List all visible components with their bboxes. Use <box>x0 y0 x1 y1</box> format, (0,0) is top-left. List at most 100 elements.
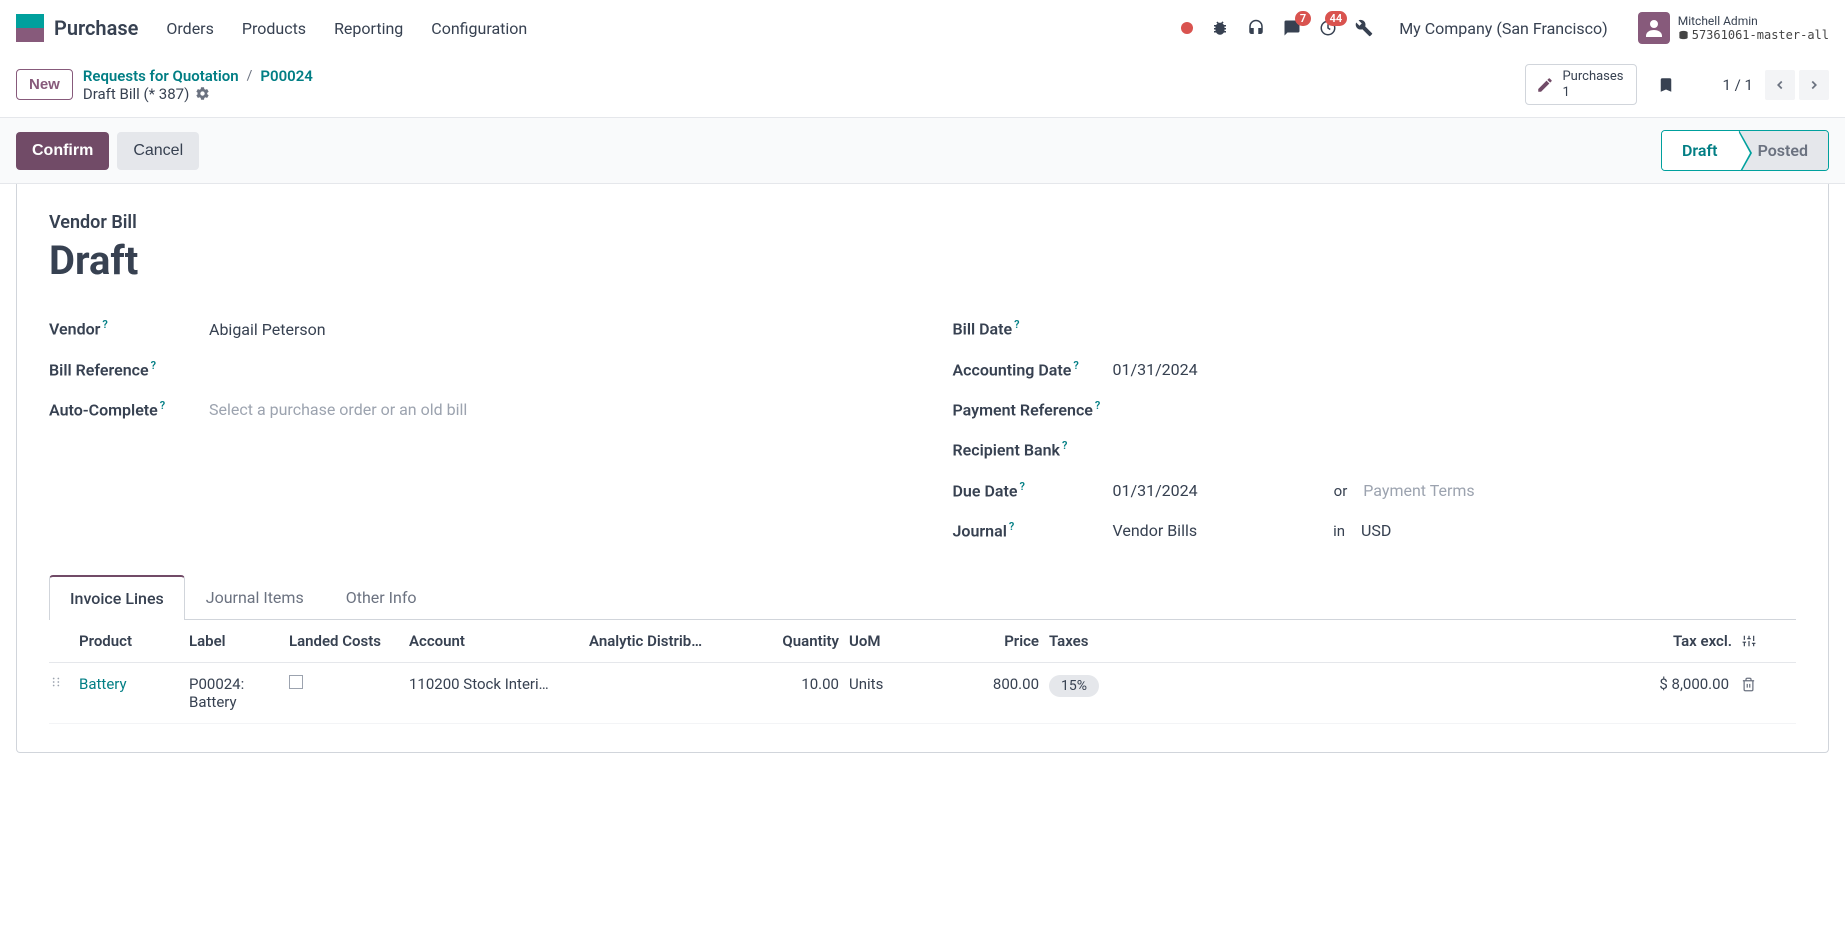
tools-icon[interactable] <box>1355 19 1373 37</box>
status-steps: Draft Posted <box>1661 130 1829 171</box>
table-row[interactable]: Battery P00024: Battery 110200 Stock Int… <box>49 663 1796 724</box>
help-icon[interactable]: ? <box>102 318 107 331</box>
db-name: 57361061-master-all <box>1678 28 1829 42</box>
help-icon[interactable]: ? <box>1014 318 1019 331</box>
due-or: or <box>1334 482 1348 500</box>
pager-next-button[interactable] <box>1799 70 1829 100</box>
delete-row-icon[interactable] <box>1741 677 1756 692</box>
database-icon <box>1678 30 1689 41</box>
columns-options-icon[interactable] <box>1742 634 1756 648</box>
status-draft[interactable]: Draft <box>1662 131 1738 170</box>
field-vendor[interactable]: Abigail Peterson <box>209 320 326 339</box>
label-journal: Journal <box>953 521 1007 540</box>
messages-badge: 7 <box>1295 11 1311 26</box>
cell-total: $ 8,000.00 <box>1659 675 1729 693</box>
cancel-button[interactable]: Cancel <box>117 132 199 170</box>
label-bill-ref: Bill Reference <box>49 360 149 379</box>
activities-icon[interactable]: 44 <box>1319 19 1337 37</box>
pager-prev-button[interactable] <box>1765 70 1795 100</box>
cell-product[interactable]: Battery <box>79 675 189 693</box>
chevron-left-icon <box>1773 78 1787 92</box>
label-due-date: Due Date <box>953 481 1018 500</box>
help-icon[interactable]: ? <box>1073 359 1078 372</box>
th-landed[interactable]: Landed Costs <box>289 632 409 650</box>
record-title: Draft <box>49 237 1796 284</box>
cell-price[interactable]: 800.00 <box>929 675 1049 693</box>
app-logo[interactable] <box>16 14 44 42</box>
pager: 1 / 1 <box>1723 70 1830 100</box>
avatar-icon <box>1638 12 1670 44</box>
topbar-icons: 7 44 My Company (San Francisco) Mitchell… <box>1181 12 1829 44</box>
bug-icon[interactable] <box>1211 19 1229 37</box>
journal-in: in <box>1333 522 1345 540</box>
help-icon[interactable]: ? <box>160 399 165 412</box>
new-button[interactable]: New <box>16 69 73 100</box>
statusbar: Confirm Cancel Draft Posted <box>0 117 1845 184</box>
th-taxes[interactable]: Taxes <box>1049 632 1129 650</box>
cell-account[interactable]: 110200 Stock Interi… <box>409 675 589 693</box>
smartbutton-label: Purchases <box>1562 69 1623 85</box>
chevron-right-icon <box>1807 78 1821 92</box>
bookmark-icon[interactable] <box>1657 74 1675 96</box>
field-autocomplete[interactable]: Select a purchase order or an old bill <box>209 400 467 419</box>
gear-icon[interactable] <box>195 86 210 101</box>
nav-orders[interactable]: Orders <box>166 19 213 38</box>
nav-reporting[interactable]: Reporting <box>334 19 403 38</box>
label-vendor: Vendor <box>49 320 100 339</box>
edit-icon <box>1536 76 1554 94</box>
user-menu[interactable]: Mitchell Admin 57361061-master-all <box>1638 12 1829 44</box>
th-taxexcl[interactable]: Tax excl. <box>1673 632 1732 650</box>
tab-other-info[interactable]: Other Info <box>325 575 438 620</box>
pager-count[interactable]: 1 / 1 <box>1723 76 1754 94</box>
label-pay-ref: Payment Reference <box>953 400 1093 419</box>
messages-icon[interactable]: 7 <box>1283 19 1301 37</box>
breadcrumb-po[interactable]: P00024 <box>260 67 312 85</box>
th-label[interactable]: Label <box>189 632 289 650</box>
help-icon[interactable]: ? <box>1019 480 1024 493</box>
th-account[interactable]: Account <box>409 632 589 650</box>
field-currency[interactable]: USD <box>1361 521 1391 540</box>
cell-landed-checkbox[interactable] <box>289 675 303 689</box>
cell-uom[interactable]: Units <box>849 675 929 693</box>
help-icon[interactable]: ? <box>1095 399 1100 412</box>
label-acc-date: Accounting Date <box>953 360 1072 379</box>
cell-qty[interactable]: 10.00 <box>749 675 849 693</box>
label-autocomplete: Auto-Complete <box>49 400 158 419</box>
tab-invoice-lines[interactable]: Invoice Lines <box>49 575 185 620</box>
nav-configuration[interactable]: Configuration <box>431 19 527 38</box>
breadcrumb-bar: New Requests for Quotation / P00024 Draf… <box>0 56 1845 117</box>
th-price[interactable]: Price <box>929 632 1049 650</box>
th-qty[interactable]: Quantity <box>749 632 849 650</box>
cell-label[interactable]: P00024: Battery <box>189 675 289 711</box>
cell-tax[interactable]: 15% <box>1049 675 1099 697</box>
title-label: Vendor Bill <box>49 212 1796 233</box>
help-icon[interactable]: ? <box>1062 439 1067 452</box>
record-indicator-icon[interactable] <box>1181 22 1193 34</box>
smartbutton-count: 1 <box>1562 85 1623 101</box>
th-uom[interactable]: UoM <box>849 632 929 650</box>
user-info: Mitchell Admin 57361061-master-all <box>1678 14 1829 43</box>
user-name: Mitchell Admin <box>1678 14 1829 28</box>
nav-products[interactable]: Products <box>242 19 306 38</box>
activities-badge: 44 <box>1325 11 1348 26</box>
tab-journal-items[interactable]: Journal Items <box>185 575 325 620</box>
support-icon[interactable] <box>1247 19 1265 37</box>
topbar: Purchase Orders Products Reporting Confi… <box>0 0 1845 56</box>
label-rec-bank: Recipient Bank <box>953 441 1060 460</box>
field-journal[interactable]: Vendor Bills <box>1113 521 1198 540</box>
th-analytic[interactable]: Analytic Distrib… <box>589 632 749 650</box>
th-product[interactable]: Product <box>79 632 189 650</box>
help-icon[interactable]: ? <box>1009 520 1014 533</box>
field-due-date[interactable]: 01/31/2024 <box>1113 481 1198 500</box>
breadcrumb-rfq[interactable]: Requests for Quotation <box>83 67 239 85</box>
confirm-button[interactable]: Confirm <box>16 132 109 170</box>
smartbutton-purchases[interactable]: Purchases 1 <box>1525 64 1636 105</box>
help-icon[interactable]: ? <box>151 359 156 372</box>
app-name[interactable]: Purchase <box>54 16 138 40</box>
company-switcher[interactable]: My Company (San Francisco) <box>1399 19 1608 38</box>
field-acc-date[interactable]: 01/31/2024 <box>1113 360 1198 379</box>
breadcrumb-current: Draft Bill (* 387) <box>83 85 189 103</box>
field-payment-terms[interactable]: Payment Terms <box>1363 481 1474 500</box>
drag-handle-icon[interactable] <box>49 675 79 689</box>
breadcrumb-sep: / <box>247 68 253 84</box>
